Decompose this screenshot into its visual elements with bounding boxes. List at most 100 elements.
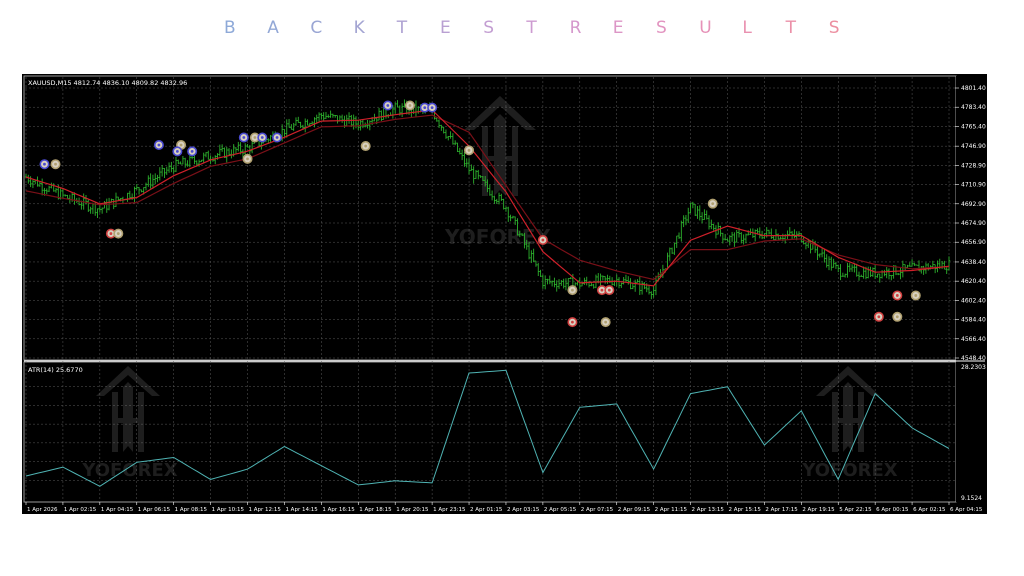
symbol-info: XAUUSD,M15 4812.74 4836.10 4809.82 4832.… [28,79,187,87]
time-label: 2 Apr 03:15 [507,507,540,513]
atr-label: ATR(14) 25.6770 [28,366,83,374]
price-label: 4783.40 [961,104,986,111]
trade-marker-dot [877,315,881,319]
trade-marker-dot [54,162,57,166]
price-label: 4566.40 [961,336,986,343]
price-label: 4728.90 [961,162,986,169]
trade-marker-dot [600,288,604,292]
time-label: 5 Apr 22:15 [839,507,872,513]
trade-marker-dot [541,238,545,242]
time-label: 1 Apr 16:15 [322,507,355,513]
trading-chart[interactable]: YOFOREX YOFOREX YOFOREX 4801.40 4783.40 … [22,74,987,514]
title-letter: E [612,18,624,38]
time-label: 2 Apr 11:15 [655,507,688,513]
trade-marker-dot [386,104,390,107]
title-letter: R [569,18,582,38]
trade-marker-dot [408,104,412,107]
trade-marker-dot [253,136,257,139]
yoforex-logo-icon [96,366,160,452]
time-label: 2 Apr 01:15 [470,507,503,513]
trade-marker-dot [43,162,46,166]
time-label: 2 Apr 13:15 [692,507,725,513]
chart-canvas[interactable]: YOFOREX YOFOREX YOFOREX 4801.404783.4047… [22,74,987,514]
trade-marker-dot [175,149,179,153]
time-label: 1 Apr 18:15 [359,507,392,513]
trade-marker-dot [571,288,574,292]
trade-marker-dot [914,294,918,297]
price-label: 4620.40 [961,278,986,285]
trade-marker-dot [364,144,368,148]
trade-marker-dot [179,143,183,147]
time-label: 1 Apr 20:15 [396,507,429,513]
title-letter: C [310,18,323,38]
trade-marker-dot [260,136,264,139]
trade-marker-dot [604,320,608,324]
page-title: BACKTESTRESULTS [0,18,1024,48]
trade-marker-dot [571,320,574,324]
main-chart-frame [23,75,957,361]
time-label: 1 Apr 23:15 [433,507,466,513]
time-label: 1 Apr 14:15 [285,507,318,513]
title-letter: S [483,18,494,38]
price-label: 4765.40 [961,123,986,130]
time-label: 1 Apr 10:15 [212,507,245,513]
price-label: 4801.40 [961,85,986,92]
price-label: 4602.40 [961,297,986,304]
title-letter: S [656,18,667,38]
price-label: 4656.90 [961,239,986,246]
time-label: 2 Apr 19:15 [802,507,835,513]
time-label: 2 Apr 07:15 [581,507,614,513]
time-label: 2 Apr 15:15 [728,507,761,513]
time-label: 1 Apr 04:15 [101,507,134,513]
yoforex-logo-icon [816,366,880,452]
price-label: 4710.90 [961,182,986,189]
trade-marker-dot [246,157,249,161]
watermark-text: YOFOREX [81,460,177,481]
price-label: 4638.40 [961,259,986,266]
time-label: 1 Apr 12:15 [249,507,282,513]
atr-bottom-value: 9.1524 [961,495,982,502]
trade-marker-dot [190,149,194,153]
price-label: 4674.90 [961,220,986,227]
price-label: 4584.40 [961,317,986,324]
time-label: 1 Apr 02:15 [64,507,97,513]
time-label: 2 Apr 17:15 [765,507,798,513]
title-letter: U [699,18,712,38]
title-letter: T [785,18,796,38]
title-letter: B [224,18,236,38]
time-label: 2 Apr 05:15 [544,507,577,513]
time-label: 6 Apr 02:15 [913,507,946,513]
trade-marker-dot [275,136,279,139]
atr-panel-frame [23,361,957,503]
trade-marker-dot [895,315,899,319]
time-label: 1 Apr 2026 [27,507,58,513]
title-letter: K [353,18,365,38]
watermark-text: YOFOREX [801,460,897,481]
title-letter: L [742,18,752,38]
title-letter: A [267,18,279,38]
title-letter: T [396,18,408,38]
time-axis: 1 Apr 2026 1 Apr 02:15 1 Apr 04:15 1 Apr 06… [25,502,983,513]
time-label: 6 Apr 04:15 [950,507,983,513]
trade-marker-dot [711,202,715,206]
title-letter: S [828,18,840,38]
time-label: 1 Apr 08:15 [175,507,208,513]
watermark-atr-left: YOFOREX [81,366,178,481]
trade-marker-dot [430,106,434,110]
atr-top-value: 28.2303 [961,364,986,371]
watermark-atr-right: YOFOREX [801,366,898,481]
watermark-main: YOFOREX [444,96,552,249]
title-letter: T [526,18,537,38]
trade-marker-dot [467,148,471,152]
title-letter: E [440,18,451,38]
trade-marker-dot [116,232,120,235]
price-label: 4746.90 [961,143,986,150]
trade-marker-dot [423,106,427,110]
time-label: 1 Apr 06:15 [138,507,171,513]
trade-marker-dot [242,136,246,139]
price-scale[interactable] [956,76,985,502]
trade-marker-dot [895,294,899,297]
time-label: 6 Apr 00:15 [876,507,909,513]
trade-marker-dot [607,288,611,292]
time-label: 2 Apr 09:15 [618,507,651,513]
